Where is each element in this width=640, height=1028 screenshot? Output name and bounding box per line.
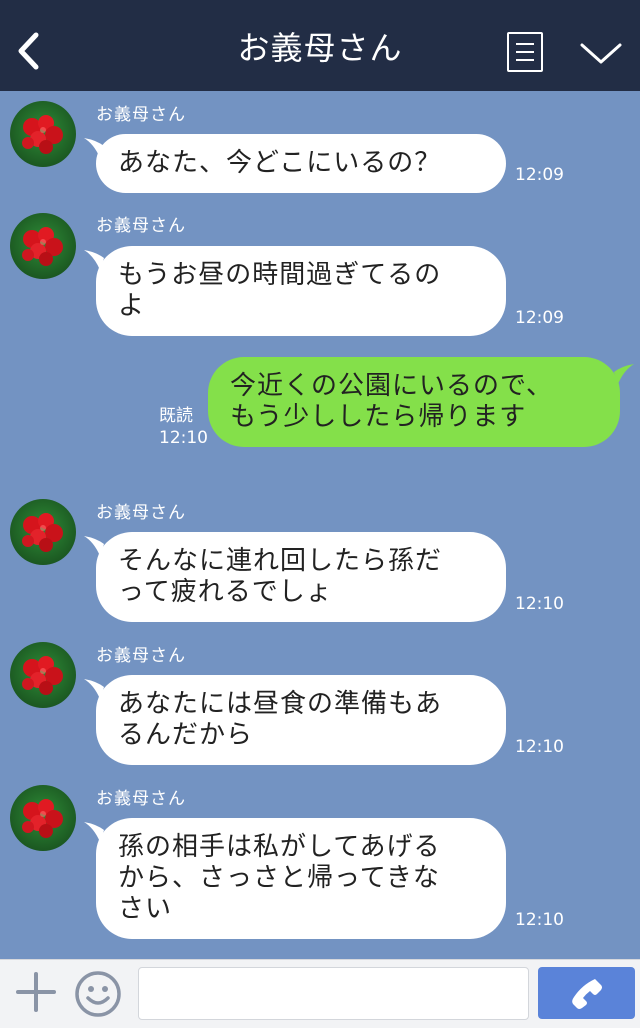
call-button[interactable] (538, 967, 635, 1019)
message-line: そんなに連れ回したら孫だ (118, 546, 443, 576)
message-time: 12:10 (159, 428, 208, 448)
message-line: 今近くの公園にいるので、 (230, 371, 553, 401)
message-line: さい (118, 894, 173, 924)
avatar[interactable] (10, 642, 76, 708)
sender-name: お義母さん (96, 216, 186, 236)
avatar-image (22, 513, 63, 552)
message-line: 孫の相手は私がしてあげる (118, 832, 441, 862)
phone-icon (572, 979, 602, 1009)
chat-header: お義母さん (0, 0, 640, 91)
avatar[interactable] (10, 785, 76, 851)
message-bubble[interactable]: もうお昼の時間過ぎてるの よ (96, 246, 506, 336)
read-receipt: 既読 (159, 406, 193, 426)
bubble-tail (614, 364, 634, 384)
message-input[interactable] (138, 967, 529, 1020)
avatar-image (22, 656, 63, 695)
message-bubble[interactable]: あなたには昼食の準備もあ るんだから (96, 675, 506, 765)
message-bubble[interactable]: そんなに連れ回したら孫だ って疲れるでしょ (96, 532, 506, 622)
menu-icon[interactable] (507, 32, 543, 72)
sender-name: お義母さん (96, 503, 186, 523)
message-line: から、さっさと帰ってきな (118, 863, 440, 893)
message-time: 12:09 (515, 308, 564, 328)
plus-icon[interactable] (14, 970, 58, 1014)
message-time: 12:09 (515, 165, 564, 185)
message-line: るんだから (118, 720, 254, 750)
message-line: あなたには昼食の準備もあ (118, 689, 443, 719)
avatar-image (22, 227, 63, 266)
sender-name: お義母さん (96, 105, 186, 125)
avatar[interactable] (10, 213, 76, 279)
message-time: 12:10 (515, 910, 564, 930)
message-time: 12:10 (515, 737, 564, 757)
message-bubble[interactable]: あなた、今どこにいるの？ (96, 134, 506, 193)
avatar[interactable] (10, 499, 76, 565)
message-line: って疲れるでしょ (118, 577, 333, 607)
smiley-icon[interactable] (73, 969, 123, 1019)
avatar-image (22, 799, 63, 838)
sender-name: お義母さん (96, 789, 186, 809)
message-line: あなた、今どこにいるの？ (118, 148, 442, 178)
message-bubble[interactable]: 孫の相手は私がしてあげる から、さっさと帰ってきな さい (96, 818, 506, 939)
avatar[interactable] (10, 101, 76, 167)
message-bubble-outgoing[interactable]: 今近くの公園にいるので、 もう少ししたら帰ります (208, 357, 620, 447)
avatar-image (22, 115, 63, 154)
message-time: 12:10 (515, 594, 564, 614)
chat-title: お義母さん (237, 29, 403, 67)
message-composer (0, 959, 640, 1028)
message-line: よ (118, 291, 146, 321)
chevron-down-icon[interactable] (578, 38, 624, 68)
message-line: もう少ししたら帰ります (230, 402, 527, 432)
chevron-left-icon[interactable] (14, 30, 46, 72)
sender-name: お義母さん (96, 646, 186, 666)
message-line: もうお昼の時間過ぎてるの (118, 260, 442, 290)
